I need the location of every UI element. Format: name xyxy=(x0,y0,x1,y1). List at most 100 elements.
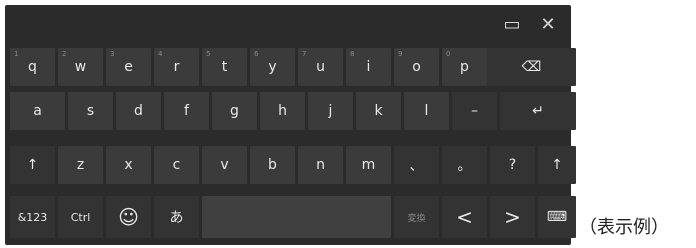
key-label: 。 xyxy=(457,158,472,174)
key-r[interactable]: 4r xyxy=(154,48,199,86)
key-label: 、 xyxy=(409,158,424,174)
key-number-hint: 7 xyxy=(302,50,307,58)
arrow-right-key[interactable]: > xyxy=(490,196,535,238)
arrow-left-key[interactable]: < xyxy=(442,196,487,238)
key-l[interactable]: l xyxy=(404,92,449,130)
ctrl-key[interactable]: Ctrl xyxy=(58,196,103,238)
key-label: ↵ xyxy=(532,103,544,119)
key-label: ⌨ xyxy=(546,209,568,225)
key-label: a xyxy=(33,103,42,119)
key-s[interactable]: s xyxy=(68,92,113,130)
key-label: k xyxy=(374,103,383,119)
key-label: f xyxy=(184,103,189,119)
key-y[interactable]: 6y xyxy=(250,48,295,86)
key-label: ? xyxy=(508,157,517,173)
key-period-jp[interactable]: 。 xyxy=(442,146,487,184)
key-number-hint: 6 xyxy=(254,50,259,58)
key-label: s xyxy=(86,103,95,119)
keyboard-title-bar: ▭ ✕ xyxy=(5,5,571,45)
key-question[interactable]: ? xyxy=(490,146,535,184)
keyboard-toggle-key[interactable]: ⌨ xyxy=(538,196,576,238)
key-v[interactable]: v xyxy=(202,146,247,184)
shift-right-key[interactable]: ↑ xyxy=(538,146,576,184)
key-o[interactable]: 9o xyxy=(394,48,439,86)
key-m[interactable]: m xyxy=(346,146,391,184)
key-number-hint: 3 xyxy=(110,50,115,58)
key-label: d xyxy=(134,103,143,119)
key-number-hint: 1 xyxy=(14,50,19,58)
key-x[interactable]: x xyxy=(106,146,151,184)
backspace-key[interactable]: ⌫ xyxy=(487,48,576,86)
key-label: h xyxy=(278,103,287,119)
key-label: b xyxy=(268,157,277,173)
key-label: v xyxy=(220,157,229,173)
key-number-hint: 9 xyxy=(398,50,403,58)
key-number-hint: 4 xyxy=(158,50,163,58)
key-b[interactable]: b xyxy=(250,146,295,184)
key-k[interactable]: k xyxy=(356,92,401,130)
key-label: m xyxy=(361,157,376,173)
key-label: ☺ xyxy=(118,205,139,229)
key-q[interactable]: 1q xyxy=(10,48,55,86)
key-label: ⌫ xyxy=(521,59,542,75)
key-label: g xyxy=(230,103,239,119)
key-w[interactable]: 2w xyxy=(58,48,103,86)
key-label: &123 xyxy=(17,210,48,224)
key-number-hint: 8 xyxy=(350,50,355,58)
key-comma-jp[interactable]: 、 xyxy=(394,146,439,184)
key-label: 変換 xyxy=(407,213,426,224)
key-label: p xyxy=(460,59,469,75)
key-p[interactable]: 0p xyxy=(442,48,487,86)
key-label: y xyxy=(268,59,277,75)
key-j[interactable]: j xyxy=(308,92,353,130)
key-label: x xyxy=(124,157,133,173)
key-label: – xyxy=(471,103,478,119)
key-e[interactable]: 3e xyxy=(106,48,151,86)
key-label: o xyxy=(412,59,421,75)
key-label: n xyxy=(316,157,325,173)
key-label: w xyxy=(74,59,87,75)
key-label: Ctrl xyxy=(70,210,91,224)
dock-icon[interactable]: ▭ xyxy=(501,14,523,36)
key-label: e xyxy=(124,59,133,75)
touch-keyboard: ▭ ✕ 1 q 2 w 3 e 4 r 5 t 6 y 7 u 8 i 9 o 0 p ⌫ a s d f g h j k l – ↵ ↑ z x c… xyxy=(5,5,576,245)
key-f[interactable]: f xyxy=(164,92,209,130)
enter-key[interactable]: ↵ xyxy=(500,92,576,130)
key-t[interactable]: 5t xyxy=(202,48,247,86)
key-label: ↑ xyxy=(26,157,39,173)
key-dash[interactable]: – xyxy=(452,92,497,130)
key-label: l xyxy=(424,103,429,119)
key-c[interactable]: c xyxy=(154,146,199,184)
key-h[interactable]: h xyxy=(260,92,305,130)
key-d[interactable]: d xyxy=(116,92,161,130)
key-label: i xyxy=(366,59,371,75)
ime-mode-key[interactable]: あ xyxy=(154,196,199,238)
convert-key[interactable]: 変換 xyxy=(394,196,439,238)
space-key[interactable] xyxy=(202,196,391,238)
key-label: c xyxy=(172,157,181,173)
key-label: > xyxy=(504,205,521,229)
key-label: q xyxy=(28,59,37,75)
key-number-hint: 0 xyxy=(446,50,451,58)
key-u[interactable]: 7u xyxy=(298,48,343,86)
key-label: j xyxy=(328,103,333,119)
emoji-key[interactable]: ☺ xyxy=(106,196,151,238)
key-label: あ xyxy=(169,210,184,226)
key-label: r xyxy=(173,59,180,75)
key-label: ↑ xyxy=(551,157,563,173)
close-icon[interactable]: ✕ xyxy=(537,14,559,36)
shift-left-key[interactable]: ↑ xyxy=(10,146,55,184)
key-number-hint: 5 xyxy=(206,50,211,58)
key-n[interactable]: n xyxy=(298,146,343,184)
symbols-key[interactable]: &123 xyxy=(10,196,55,238)
key-label: u xyxy=(316,59,325,75)
key-i[interactable]: 8i xyxy=(346,48,391,86)
key-label: z xyxy=(76,157,85,173)
caption-display-example: （表示例） xyxy=(579,217,669,238)
key-number-hint: 2 xyxy=(62,50,67,58)
key-label: < xyxy=(456,205,473,229)
key-z[interactable]: z xyxy=(58,146,103,184)
key-a[interactable]: a xyxy=(10,92,65,130)
key-label: t xyxy=(221,59,228,75)
key-g[interactable]: g xyxy=(212,92,257,130)
